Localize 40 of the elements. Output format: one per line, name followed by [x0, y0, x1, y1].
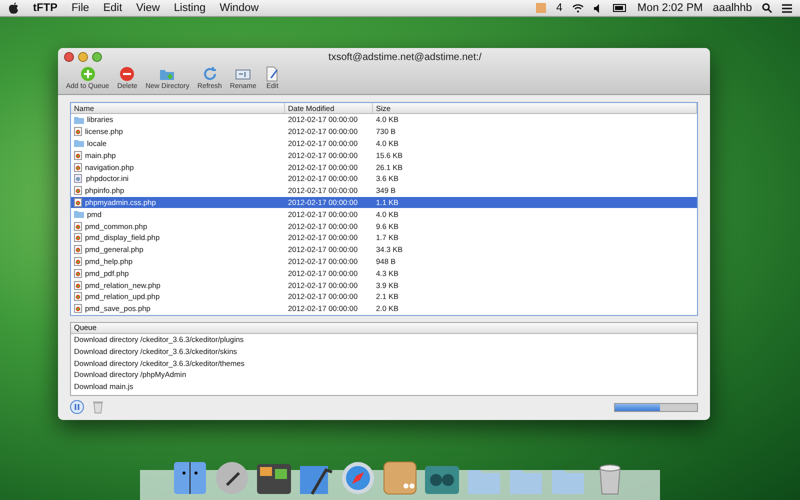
menu-item[interactable]: File: [71, 2, 90, 14]
file-icon: [74, 198, 82, 207]
file-icon: [74, 233, 82, 242]
minus-circle-icon: [119, 66, 136, 82]
pause-icon: [74, 404, 80, 410]
settings-file-icon: [74, 174, 83, 184]
menu-item[interactable]: Window: [220, 2, 259, 14]
status-count[interactable]: 4: [556, 2, 562, 14]
file-icon: [74, 292, 82, 302]
menu-item[interactable]: Edit: [103, 2, 122, 14]
file-icon: [74, 245, 82, 254]
face-icon[interactable]: [172, 460, 208, 496]
user-name[interactable]: aaalhhb: [712, 2, 752, 14]
zoom-button[interactable]: [92, 52, 102, 62]
file-icon: [74, 256, 82, 266]
search-icon[interactable]: [762, 3, 772, 13]
clock[interactable]: Mon 2:02 PM: [637, 2, 703, 14]
pencil-page-icon: [264, 66, 280, 82]
file-icon: [74, 162, 82, 172]
minimize-button[interactable]: [78, 52, 88, 62]
file-icon: [74, 280, 82, 290]
compass-icon[interactable]: [340, 460, 376, 496]
list-icon[interactable]: [782, 4, 792, 12]
file-icon: [74, 222, 82, 231]
battery-icon[interactable]: [613, 4, 628, 12]
apple-icon[interactable]: [8, 2, 19, 14]
refresh-icon: [202, 66, 218, 82]
file-icon: [74, 127, 82, 136]
menu-item[interactable]: View: [136, 2, 160, 14]
window-title: txsoft@adstime.net@adstime.net:/: [327, 52, 483, 62]
close-button[interactable]: [64, 52, 74, 62]
menu-item[interactable]: Listing: [174, 2, 206, 14]
file-icon: [74, 150, 82, 160]
pause-button[interactable]: [70, 400, 84, 414]
app-menu[interactable]: tFTP: [33, 2, 58, 14]
plus-circle-icon: [80, 66, 96, 82]
file-icon: [74, 304, 82, 314]
file-icon: [74, 268, 82, 278]
wifi-icon[interactable]: [572, 3, 584, 13]
file-icon: [74, 186, 82, 196]
